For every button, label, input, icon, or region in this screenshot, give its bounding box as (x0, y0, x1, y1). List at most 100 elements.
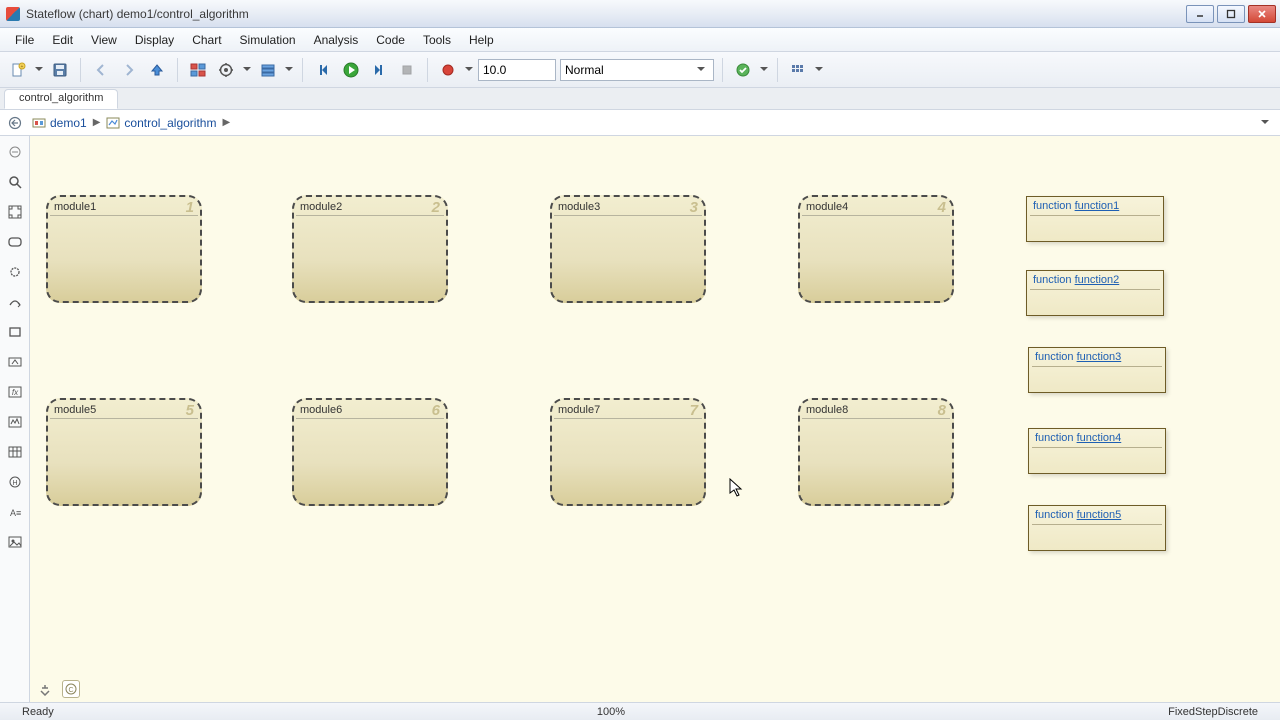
breadcrumb-chart-label: control_algorithm (124, 116, 216, 130)
svg-text:C: C (68, 687, 73, 694)
nav-history-button[interactable] (6, 114, 24, 132)
canvas[interactable]: C module11module22module33module44module… (30, 136, 1280, 702)
menu-simulation[interactable]: Simulation (231, 31, 305, 49)
forward-button[interactable] (117, 58, 141, 82)
breadcrumb-chart[interactable]: control_algorithm (104, 116, 218, 130)
function-block-function3[interactable]: function function3 (1028, 347, 1166, 393)
module-module3[interactable]: module33 (550, 195, 706, 303)
simulink-function-tool[interactable] (5, 352, 25, 372)
new-dropdown[interactable] (34, 64, 44, 75)
graphical-function-tool[interactable]: fx (5, 382, 25, 402)
fit-to-view-button[interactable] (5, 202, 25, 222)
simulation-mode-select[interactable]: Normal (560, 59, 714, 81)
function-keyword: function (1033, 274, 1072, 286)
status-solver[interactable]: FixedStepDiscrete (1154, 706, 1272, 718)
module-module8[interactable]: module8 8 (798, 398, 954, 506)
explorer-dropdown[interactable] (284, 64, 294, 75)
truth-table-tool[interactable] (5, 442, 25, 462)
run-button[interactable] (339, 58, 363, 82)
module-module1[interactable]: module11 (46, 195, 202, 303)
record-button[interactable] (436, 58, 460, 82)
window-title: Stateflow (chart) demo1/control_algorith… (26, 7, 249, 21)
module-module2[interactable]: module22 (292, 195, 448, 303)
image-tool[interactable] (5, 532, 25, 552)
module-module6[interactable]: module66 (292, 398, 448, 506)
save-button[interactable] (48, 58, 72, 82)
annotation-tool[interactable]: A≡ (5, 502, 25, 522)
function-block-function5[interactable]: function function5 (1028, 505, 1166, 551)
library-browser-button[interactable] (186, 58, 210, 82)
menu-edit[interactable]: Edit (43, 31, 82, 49)
function-name: function1 (1075, 200, 1120, 212)
menu-file[interactable]: File (6, 31, 43, 49)
module-label: module3 (558, 201, 600, 213)
breadcrumb-separator: ▶ (218, 117, 234, 128)
build-dropdown[interactable] (814, 64, 824, 75)
module-index: 7 (690, 402, 698, 419)
module-index: 1 (186, 199, 194, 216)
model-icon (32, 116, 46, 130)
menu-view[interactable]: View (82, 31, 126, 49)
menu-display[interactable]: Display (126, 31, 183, 49)
canvas-footer: C (30, 676, 1280, 702)
step-back-button[interactable] (311, 58, 335, 82)
menu-analysis[interactable]: Analysis (305, 31, 368, 49)
stop-button[interactable] (395, 58, 419, 82)
minimize-button[interactable] (1186, 5, 1214, 23)
update-diagram-button[interactable] (731, 58, 755, 82)
config-dropdown[interactable] (242, 64, 252, 75)
box-tool[interactable] (5, 322, 25, 342)
breadcrumb-dropdown[interactable] (1256, 114, 1274, 132)
module-label: module8 (806, 404, 848, 416)
module-index: 8 (938, 402, 946, 419)
new-button[interactable]: + (6, 58, 30, 82)
separator (80, 58, 81, 82)
module-label: module4 (806, 201, 848, 213)
model-configuration-button[interactable] (214, 58, 238, 82)
menu-tools[interactable]: Tools (414, 31, 460, 49)
module-module5[interactable]: module55 (46, 398, 202, 506)
history-junction-tool[interactable]: H (5, 472, 25, 492)
separator (302, 58, 303, 82)
function-block-function1[interactable]: function function1 (1026, 196, 1164, 242)
module-module7[interactable]: module7 7 (550, 398, 706, 506)
step-forward-button[interactable] (367, 58, 391, 82)
matlab-function-tool[interactable] (5, 412, 25, 432)
status-zoom[interactable]: 100% (583, 706, 639, 718)
module-label: module7 (558, 404, 600, 416)
function-block-function4[interactable]: function function4 (1028, 428, 1166, 474)
model-explorer-button[interactable] (256, 58, 280, 82)
zoom-button[interactable] (5, 172, 25, 192)
function-name: function5 (1077, 509, 1122, 521)
tab-control-algorithm[interactable]: control_algorithm (4, 89, 118, 109)
main-area: fx H A≡ C module11module22module33module… (0, 136, 1280, 702)
default-transition-tool[interactable] (5, 292, 25, 312)
update-dropdown[interactable] (759, 64, 769, 75)
module-module4[interactable]: module44 (798, 195, 954, 303)
copyright-button[interactable]: C (62, 680, 80, 698)
menu-code[interactable]: Code (367, 31, 414, 49)
tabs: control_algorithm (0, 88, 1280, 110)
module-label: module5 (54, 404, 96, 416)
expand-button[interactable] (36, 680, 54, 698)
build-button[interactable] (786, 58, 810, 82)
maximize-button[interactable] (1217, 5, 1245, 23)
breadcrumb-separator: ▶ (89, 117, 105, 128)
module-index: 2 (432, 199, 440, 216)
stop-time-input[interactable] (478, 59, 556, 81)
toolbar: + Normal (0, 52, 1280, 88)
breadcrumb: demo1 ▶ control_algorithm ▶ (0, 110, 1280, 136)
menu-chart[interactable]: Chart (183, 31, 230, 49)
menu-help[interactable]: Help (460, 31, 503, 49)
up-button[interactable] (145, 58, 169, 82)
record-dropdown[interactable] (464, 64, 474, 75)
close-button[interactable] (1248, 5, 1276, 23)
hide-palette-button[interactable] (5, 142, 25, 162)
function-block-function2[interactable]: function function2 (1026, 270, 1164, 316)
separator (777, 58, 778, 82)
state-tool[interactable] (5, 232, 25, 252)
junction-tool[interactable] (5, 262, 25, 282)
breadcrumb-root[interactable]: demo1 (30, 116, 89, 130)
back-button[interactable] (89, 58, 113, 82)
palette: fx H A≡ (0, 136, 30, 702)
